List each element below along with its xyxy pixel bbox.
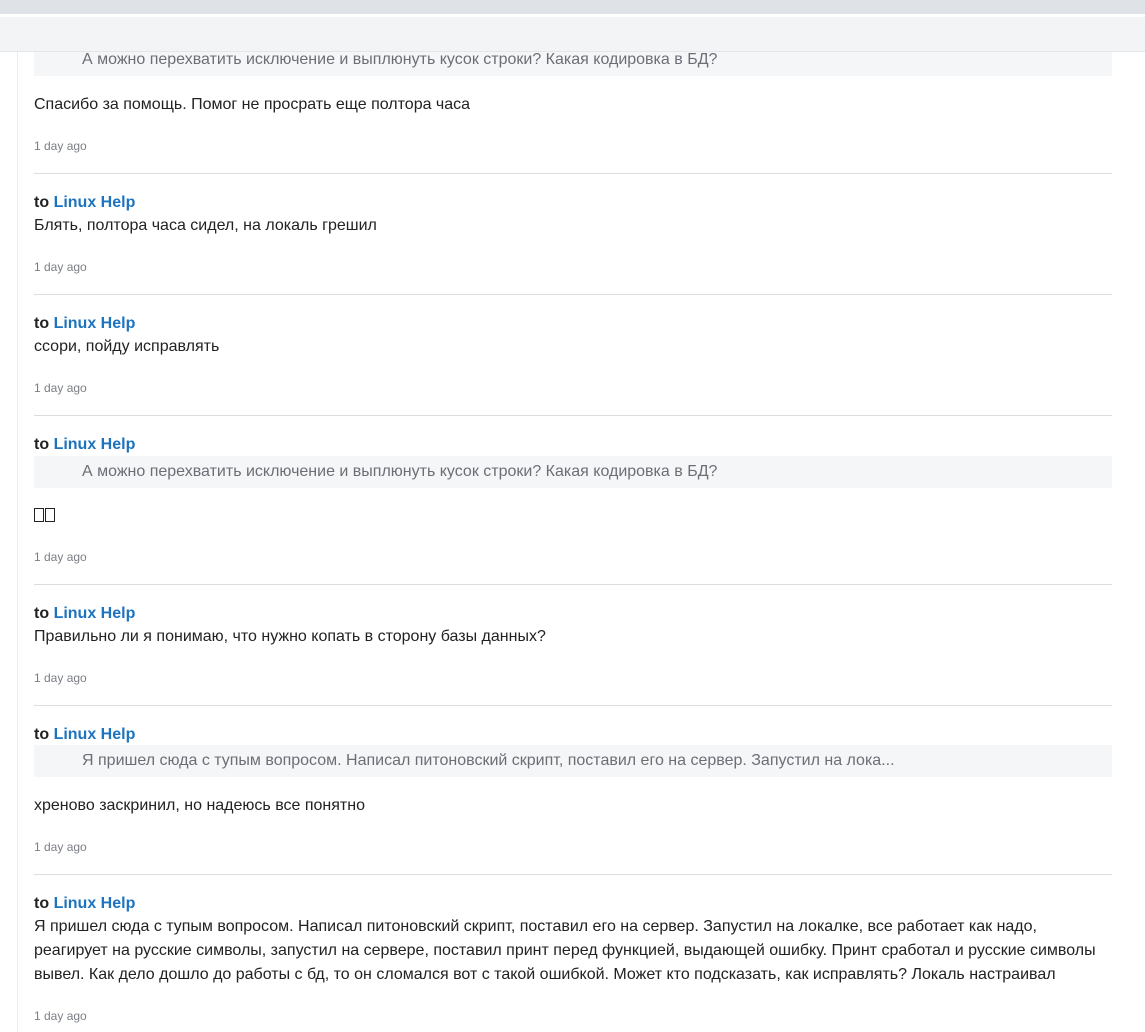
message-text: Я пришел сюда с тупым вопросом. Написал … (34, 918, 1096, 983)
message-timestamp: 1 day ago (34, 671, 87, 685)
recipient-link[interactable]: Linux Help (54, 895, 136, 912)
quoted-message[interactable]: А можно перехватить исключение и выплюну… (34, 456, 1112, 488)
message-timestamp: 1 day ago (34, 260, 87, 274)
message-text: Блять, полтора часа сидел, на локаль гре… (34, 217, 377, 234)
message-divider (34, 705, 1112, 706)
recipient-link[interactable]: Linux Help (54, 726, 136, 743)
message-divider (34, 415, 1112, 416)
recipient-line: to Linux Help (34, 193, 135, 213)
message-text: ссори, пойду исправлять (34, 338, 220, 355)
header-bar (0, 17, 1145, 52)
recipient-link[interactable]: Linux Help (54, 194, 136, 211)
to-prefix: to (34, 194, 50, 211)
message-divider (34, 294, 1112, 295)
quoted-message[interactable]: А можно перехватить исключение и выплюну… (34, 52, 1112, 76)
recipient-line: to Linux Help (34, 604, 135, 624)
message-timestamp: 1 day ago (34, 840, 87, 854)
message-timestamp: 1 day ago (34, 1009, 87, 1023)
to-prefix: to (34, 726, 50, 743)
browser-top-bar (0, 0, 1145, 14)
recipient-line: to Linux Help (34, 725, 135, 745)
message-divider (34, 874, 1112, 875)
message-emoji (34, 505, 1112, 529)
recipient-link[interactable]: Linux Help (54, 605, 136, 622)
recipient-line: to Linux Help (34, 894, 135, 914)
message-divider (34, 584, 1112, 585)
message-feed[interactable]: А можно перехватить исключение и выплюну… (17, 52, 1145, 1032)
missing-glyph-icon (45, 508, 55, 522)
to-prefix: to (34, 436, 50, 453)
quoted-message[interactable]: Я пришел сюда с тупым вопросом. Написал … (34, 745, 1112, 777)
message-timestamp: 1 day ago (34, 139, 87, 153)
to-prefix: to (34, 315, 50, 332)
recipient-link[interactable]: Linux Help (54, 315, 136, 332)
message-text: хреново заскринил, но надеюсь все понятн… (34, 797, 365, 814)
recipient-line: to Linux Help (34, 435, 135, 455)
message-text: Спасибо за помощь. Помог не просрать еще… (34, 96, 471, 113)
missing-glyph-icon (34, 508, 44, 522)
to-prefix: to (34, 895, 50, 912)
to-prefix: to (34, 605, 50, 622)
recipient-link[interactable]: Linux Help (54, 436, 136, 453)
message-timestamp: 1 day ago (34, 550, 87, 564)
message-text: Правильно ли я понимаю, что нужно копать… (34, 628, 546, 645)
message-timestamp: 1 day ago (34, 381, 87, 395)
recipient-line: to Linux Help (34, 314, 135, 334)
message-divider (34, 173, 1112, 174)
